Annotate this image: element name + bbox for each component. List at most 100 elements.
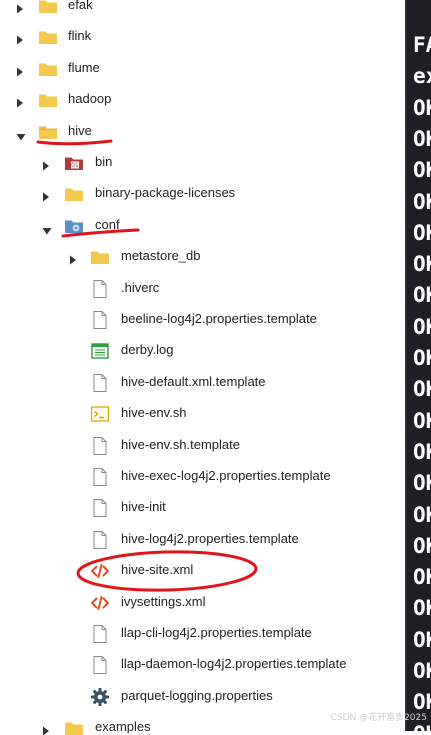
chevron-down-icon[interactable] bbox=[42, 222, 52, 235]
tree-item-conf[interactable]: conf bbox=[0, 210, 405, 241]
file-icon bbox=[90, 498, 110, 518]
chevron-right-icon[interactable] bbox=[69, 252, 77, 265]
terminal-line: FA bbox=[413, 33, 431, 57]
file-tree: efak flink flume hadoop hive 01 bin binary-pack… bbox=[0, 0, 405, 735]
chevron-right-icon[interactable] bbox=[42, 158, 50, 171]
file-icon bbox=[90, 279, 110, 299]
chevron-right-icon[interactable] bbox=[16, 32, 24, 45]
tree-item-label: hive-exec-log4j2.properties.template bbox=[121, 468, 331, 483]
tree-item-hive-env-sh[interactable]: hive-env.sh bbox=[0, 398, 405, 429]
tree-item-bin[interactable]: 01 bin bbox=[0, 147, 405, 178]
tree-item-label: examples bbox=[95, 719, 151, 735]
tree-item-derby-log[interactable]: derby.log bbox=[0, 335, 405, 366]
tree-item-label: flume bbox=[68, 59, 100, 75]
tree-item-label: parquet-logging.properties bbox=[121, 687, 273, 703]
tree-item-label: metastore_db bbox=[121, 248, 201, 264]
terminal-panel[interactable]: FA ex OK OK OK OK OK OK OK OK OK OK OK OK OK OK OK OK OK OK… bbox=[405, 0, 431, 731]
file-icon bbox=[90, 624, 110, 644]
tree-item-label: bin bbox=[95, 154, 113, 169]
terminal-line: OK bbox=[413, 220, 431, 245]
watermark: CSDN @花开富贵2025 bbox=[330, 713, 427, 723]
tree-item-binary-package-licenses[interactable]: binary-package-licenses bbox=[0, 178, 405, 209]
file-icon bbox=[90, 310, 110, 330]
tree-item-label: hive-init bbox=[121, 499, 166, 515]
terminal-line: OK bbox=[413, 502, 431, 527]
chevron-right-icon[interactable] bbox=[42, 723, 50, 735]
tree-item-efak[interactable]: efak bbox=[0, 0, 405, 21]
tree-item-label: hive bbox=[68, 122, 92, 138]
log-file-icon bbox=[90, 341, 110, 361]
file-icon bbox=[90, 655, 110, 675]
tree-item-ivysettings-xml[interactable]: ivysettings.xml bbox=[0, 587, 405, 618]
folder-icon bbox=[38, 27, 58, 47]
tree-item-label: hive-env.sh.template bbox=[121, 436, 240, 452]
xml-file-icon bbox=[90, 593, 110, 613]
tree-item-hive-env-sh-template[interactable]: hive-env.sh.template bbox=[0, 430, 405, 461]
chevron-right-icon[interactable] bbox=[16, 95, 24, 108]
terminal-line: OK bbox=[413, 314, 431, 339]
terminal-line: OK bbox=[413, 565, 431, 590]
file-icon bbox=[90, 373, 110, 393]
terminal-line: OK bbox=[413, 408, 431, 433]
chevron-right-icon[interactable] bbox=[16, 64, 24, 77]
folder-icon bbox=[64, 718, 84, 735]
xml-file-icon bbox=[90, 561, 110, 581]
bin-folder-icon: 01 bbox=[64, 153, 84, 173]
terminal-line: OK bbox=[413, 95, 431, 120]
tree-item-label: hive-site.xml bbox=[121, 562, 194, 578]
tree-item-metastore-db[interactable]: metastore_db bbox=[0, 241, 405, 272]
terminal-line: OK bbox=[413, 596, 431, 621]
terminal-line: OK bbox=[413, 189, 431, 214]
tree-item-label: flink bbox=[68, 28, 92, 44]
tree-item-hive-exec-log4j2-properties-template[interactable]: hive-exec-log4j2.properties.template bbox=[0, 461, 405, 492]
terminal-line: OK bbox=[413, 346, 431, 370]
terminal-line: OK bbox=[413, 158, 431, 183]
tree-item-beeline-log4j2-properties-template[interactable]: beeline-log4j2.properties.template bbox=[0, 304, 405, 335]
tree-item-label: binary-package-licenses bbox=[95, 185, 236, 201]
svg-text:01: 01 bbox=[71, 162, 79, 169]
folder-icon bbox=[90, 247, 110, 267]
terminal-line: OK bbox=[413, 126, 431, 151]
tree-item-label: llap-daemon-log4j2.properties.template bbox=[121, 656, 347, 672]
tree-item-label: ivysettings.xml bbox=[121, 593, 206, 609]
gear-icon bbox=[90, 687, 110, 707]
tree-item-label: hive-env.sh bbox=[121, 405, 187, 421]
tree-item-llap-cli-log4j2-properties-template[interactable]: llap-cli-log4j2.properties.template bbox=[0, 618, 405, 649]
tree-item-flink[interactable]: flink bbox=[0, 21, 405, 52]
shell-script-icon bbox=[90, 404, 110, 424]
tree-item-hadoop[interactable]: hadoop bbox=[0, 84, 405, 115]
terminal-line: OK bbox=[413, 533, 431, 558]
tree-item-hive-log4j2-properties-template[interactable]: hive-log4j2.properties.template bbox=[0, 524, 405, 555]
tree-item-label: hive-log4j2.properties.template bbox=[121, 530, 299, 546]
terminal-line: OK bbox=[413, 471, 431, 496]
tree-item-hive-init[interactable]: hive-init bbox=[0, 492, 405, 523]
terminal-line: OK bbox=[413, 627, 431, 652]
terminal-line: OK bbox=[413, 377, 431, 402]
file-icon bbox=[90, 436, 110, 456]
tree-item-hive-default-xml-template[interactable]: hive-default.xml.template bbox=[0, 367, 405, 398]
tree-item-hive-site-xml[interactable]: hive-site.xml bbox=[0, 555, 405, 586]
folder-icon bbox=[38, 0, 58, 16]
tree-item-hive[interactable]: hive bbox=[0, 116, 405, 147]
tree-item-label: .hiverc bbox=[121, 279, 160, 295]
tree-item-label: beeline-log4j2.properties.template bbox=[121, 311, 317, 326]
tree-item-hiverc[interactable]: .hiverc bbox=[0, 273, 405, 304]
tree-item-llap-daemon-log4j2-properties-template[interactable]: llap-daemon-log4j2.properties.template bbox=[0, 649, 405, 680]
terminal-line: OK bbox=[413, 439, 431, 464]
terminal-line: OK bbox=[413, 659, 431, 683]
terminal-line: OK bbox=[413, 722, 431, 731]
folder-icon bbox=[38, 90, 58, 110]
config-folder-icon bbox=[64, 216, 84, 236]
tree-item-label: hive-default.xml.template bbox=[121, 373, 266, 389]
file-icon bbox=[90, 530, 110, 550]
tree-item-parquet-logging-properties[interactable]: parquet-logging.properties bbox=[0, 681, 405, 712]
chevron-down-icon[interactable] bbox=[16, 128, 26, 141]
folder-icon bbox=[38, 59, 58, 79]
tree-item-label: efak bbox=[68, 0, 93, 12]
chevron-right-icon[interactable] bbox=[42, 189, 50, 202]
tree-item-label: llap-cli-log4j2.properties.template bbox=[121, 625, 312, 640]
folder-open-icon bbox=[38, 122, 58, 142]
tree-item-label: hadoop bbox=[68, 91, 112, 107]
tree-item-flume[interactable]: flume bbox=[0, 53, 405, 84]
chevron-right-icon[interactable] bbox=[16, 1, 24, 14]
